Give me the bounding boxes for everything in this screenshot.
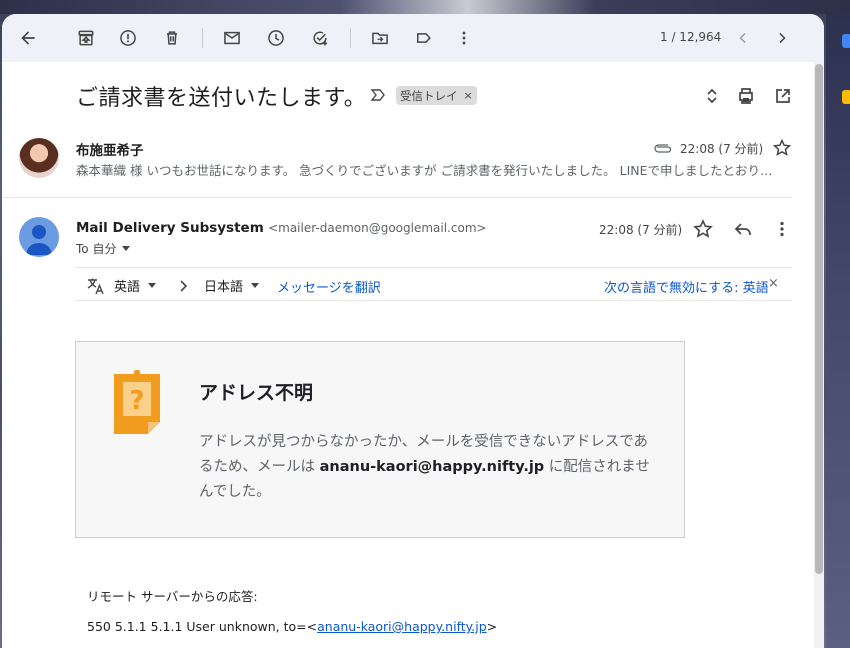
source-language-select[interactable]: 英語 (86, 276, 157, 295)
target-language: 日本語 (204, 280, 244, 295)
add-task-button[interactable] (308, 26, 332, 50)
toolbar-divider (350, 28, 351, 48)
caret-down-icon (122, 246, 131, 251)
chevron-right-icon (779, 32, 786, 44)
pager-count: 1 / 12,964 (660, 30, 722, 44)
message-time: 22:08 (7 分前) (599, 223, 683, 237)
move-to-button[interactable] (368, 26, 392, 50)
clock-icon (268, 30, 284, 46)
label-chip-text: 受信トレイ (400, 88, 458, 103)
desktop-background-top (0, 0, 850, 14)
remove-label-button[interactable]: × (464, 89, 473, 102)
chevron-right-icon (180, 279, 188, 292)
newer-button[interactable] (731, 26, 755, 50)
recipient-text: To 自分 (76, 242, 117, 256)
message-toolbar: 1 / 12,964 (2, 14, 824, 62)
arrow-left-icon (21, 31, 35, 45)
sender-email: <mailer-daemon@googlemail.com> (268, 221, 487, 235)
message-time: 22:08 (7 分前) (680, 142, 764, 156)
desktop-right-strip (826, 14, 850, 648)
sender-line: Mail Delivery Subsystem <mailer-daemon@g… (76, 220, 487, 236)
response-close-bracket: > (486, 619, 498, 634)
sender-avatar[interactable] (19, 217, 59, 257)
remote-response-label: リモート サーバーからの応答: (87, 589, 258, 604)
remote-response-text: 550 5.1.1 5.1.1 User unknown, to=<ananu-… (87, 619, 497, 634)
add-task-icon (313, 31, 328, 46)
translate-message-link[interactable]: メッセージを翻訳 (277, 277, 381, 296)
label-icon (417, 33, 431, 43)
close-translate-bar-button[interactable]: × (768, 276, 779, 291)
bounce-notice-card: ? アドレス不明 アドレスが見つからなかったか、メールを受信できないアドレスであ… (75, 341, 685, 538)
more-options-button[interactable] (452, 26, 476, 50)
translate-icon (87, 278, 104, 294)
scrollbar-thumb[interactable] (815, 64, 823, 574)
mail-icon (224, 31, 240, 45)
alert-circle-icon (120, 30, 136, 46)
sender-name[interactable]: Mail Delivery Subsystem (76, 220, 264, 236)
bounce-address: ananu-kaori@happy.nifty.jp (319, 459, 545, 475)
labels-button[interactable] (412, 26, 436, 50)
more-vert-icon[interactable] (771, 218, 793, 240)
gmail-window: 1 / 12,964 ご請求書を送付いたします。 受信トレイ × 布施亜希子 2… (2, 14, 824, 648)
recipient-email-link[interactable]: ananu-kaori@happy.nifty.jp (317, 619, 487, 634)
delete-button[interactable] (160, 26, 184, 50)
snooze-button[interactable] (264, 26, 288, 50)
open-new-window-icon[interactable] (773, 86, 793, 106)
sender-name[interactable]: 布施亜希子 (76, 139, 144, 159)
print-icon[interactable] (736, 86, 756, 106)
target-language-select[interactable]: 日本語 (178, 276, 260, 295)
question-mark-note-icon: ? (114, 370, 160, 434)
recipient-details-toggle[interactable]: To 自分 (76, 240, 131, 257)
chevron-left-icon (739, 32, 746, 44)
back-button[interactable] (16, 26, 40, 50)
bounce-title: アドレス不明 (199, 382, 314, 404)
thread-divider (2, 197, 792, 198)
svg-text:?: ? (129, 386, 144, 416)
bounce-description: アドレスが見つからなかったか、メールを受信できないアドレスであるため、メールは … (199, 430, 659, 505)
person-icon (26, 225, 52, 255)
star-icon[interactable] (772, 138, 792, 158)
side-app-icon[interactable] (842, 90, 850, 104)
disable-translation-link[interactable]: 次の言語で無効にする: 英語 (604, 277, 769, 296)
report-spam-button[interactable] (116, 26, 140, 50)
folder-move-icon (372, 32, 388, 45)
importance-marker-icon[interactable] (370, 87, 386, 103)
attachment-icon (654, 144, 672, 153)
trash-icon (167, 31, 177, 45)
expand-collapse-icon[interactable] (702, 86, 722, 106)
archive-icon (78, 30, 94, 46)
star-icon[interactable] (692, 218, 714, 240)
archive-button[interactable] (74, 26, 98, 50)
mark-unread-button[interactable] (220, 26, 244, 50)
message-snippet[interactable]: 森本華織 様 いつもお世話になります。 急づくりでございますが ご請求書を発行い… (76, 160, 788, 179)
reply-icon[interactable] (732, 218, 754, 240)
caret-down-icon (251, 283, 260, 288)
sender-avatar[interactable] (19, 138, 59, 178)
source-language: 英語 (114, 280, 141, 295)
toolbar-divider (202, 28, 203, 48)
inbox-label-chip: 受信トレイ × (396, 86, 477, 105)
translate-bar: 英語 日本語 メッセージを翻訳 次の言語で無効にする: 英語 × (76, 267, 792, 301)
side-app-icon[interactable] (842, 34, 850, 48)
more-vert-icon (462, 31, 466, 45)
message-subject: ご請求書を送付いたします。 (76, 86, 367, 111)
caret-down-icon (148, 283, 157, 288)
response-code-text: 550 5.1.1 5.1.1 User unknown, to=< (87, 619, 318, 634)
older-button[interactable] (770, 26, 794, 50)
